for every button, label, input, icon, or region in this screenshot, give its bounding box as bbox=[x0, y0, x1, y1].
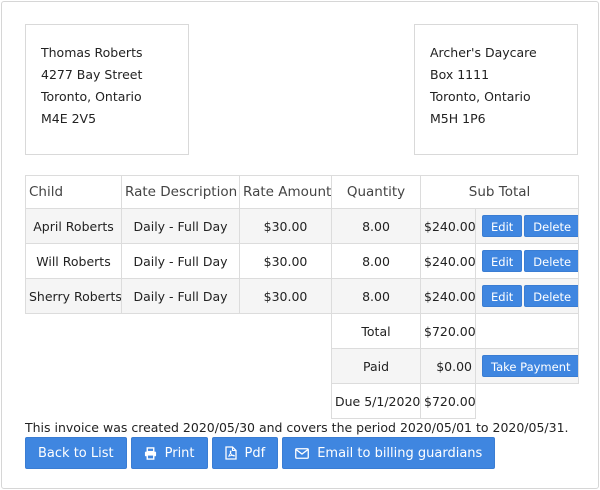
edit-button[interactable]: Edit bbox=[482, 250, 523, 272]
paid-label: Paid bbox=[331, 348, 421, 384]
action-bar: Back to List Print Pdf Email to billing … bbox=[25, 437, 496, 469]
to-address-box: Archer's Daycare Box 1111 Toronto, Ontar… bbox=[414, 24, 578, 155]
edit-button[interactable]: Edit bbox=[482, 285, 523, 307]
spacer bbox=[25, 313, 332, 349]
delete-button[interactable]: Delete bbox=[524, 285, 578, 307]
header-sub-total: Sub Total bbox=[419, 175, 580, 209]
pdf-button[interactable]: Pdf bbox=[211, 437, 279, 469]
row-actions: Edit Delete bbox=[474, 278, 580, 314]
total-row: Total $720.00 bbox=[25, 313, 580, 349]
row-actions: Edit Delete bbox=[474, 243, 580, 279]
total-label: Total bbox=[331, 313, 421, 349]
delete-button[interactable]: Delete bbox=[524, 215, 578, 237]
total-actions bbox=[474, 313, 580, 349]
table-row: Sherry Roberts Daily - Full Day $30.00 8… bbox=[25, 278, 580, 314]
back-to-list-button[interactable]: Back to List bbox=[25, 437, 127, 469]
table-row: Will Roberts Daily - Full Day $30.00 8.0… bbox=[25, 243, 580, 279]
to-city: Toronto, Ontario bbox=[430, 89, 531, 104]
cell-child: April Roberts bbox=[25, 208, 122, 244]
spacer bbox=[25, 348, 332, 384]
cell-rate-amount: $30.00 bbox=[239, 243, 332, 279]
header-child: Child bbox=[25, 175, 122, 209]
printer-icon bbox=[144, 446, 156, 460]
from-street: 4277 Bay Street bbox=[41, 67, 143, 82]
from-city: Toronto, Ontario bbox=[41, 89, 142, 104]
due-actions bbox=[475, 383, 579, 419]
to-postal: M5H 1P6 bbox=[430, 111, 486, 126]
table-header-row: Child Rate Description Rate Amount Quant… bbox=[25, 175, 580, 209]
paid-actions: Take Payment bbox=[474, 348, 580, 384]
due-row: Due 5/1/2020 $720.00 bbox=[25, 383, 579, 419]
to-name: Archer's Daycare bbox=[430, 45, 537, 60]
paid-value: $0.00 bbox=[420, 348, 476, 384]
total-value: $720.00 bbox=[420, 313, 476, 349]
from-address-box: Thomas Roberts 4277 Bay Street Toronto, … bbox=[25, 24, 189, 155]
due-value: $720.00 bbox=[420, 383, 476, 419]
paid-row: Paid $0.00 Take Payment bbox=[25, 348, 580, 384]
invoice-table: Child Rate Description Rate Amount Quant… bbox=[25, 175, 580, 419]
invoice-note: This invoice was created 2020/05/30 and … bbox=[25, 420, 569, 435]
print-label: Print bbox=[164, 445, 195, 461]
envelope-icon bbox=[295, 447, 310, 459]
cell-quantity: 8.00 bbox=[331, 243, 421, 279]
cell-sub-total: $240.00 bbox=[420, 208, 476, 244]
cell-child: Sherry Roberts bbox=[25, 278, 122, 314]
email-billing-guardians-button[interactable]: Email to billing guardians bbox=[282, 437, 496, 469]
pdf-label: Pdf bbox=[244, 445, 266, 461]
cell-sub-total: $240.00 bbox=[420, 243, 476, 279]
cell-rate-amount: $30.00 bbox=[239, 208, 332, 244]
edit-button[interactable]: Edit bbox=[482, 215, 523, 237]
due-label: Due 5/1/2020 bbox=[331, 383, 421, 419]
cell-child: Will Roberts bbox=[25, 243, 122, 279]
header-rate-description: Rate Description bbox=[121, 175, 240, 209]
to-street: Box 1111 bbox=[430, 67, 490, 82]
cell-quantity: 8.00 bbox=[331, 278, 421, 314]
cell-rate-amount: $30.00 bbox=[239, 278, 332, 314]
header-quantity: Quantity bbox=[331, 175, 421, 209]
from-name: Thomas Roberts bbox=[41, 45, 143, 60]
cell-rate-description: Daily - Full Day bbox=[121, 278, 240, 314]
back-to-list-label: Back to List bbox=[38, 445, 114, 461]
print-button[interactable]: Print bbox=[130, 437, 208, 469]
cell-quantity: 8.00 bbox=[331, 208, 421, 244]
take-payment-button[interactable]: Take Payment bbox=[482, 355, 578, 377]
from-postal: M4E 2V5 bbox=[41, 111, 97, 126]
invoice-panel: Thomas Roberts 4277 Bay Street Toronto, … bbox=[1, 1, 599, 489]
pdf-file-icon bbox=[224, 446, 237, 460]
table-row: April Roberts Daily - Full Day $30.00 8.… bbox=[25, 208, 580, 244]
cell-rate-description: Daily - Full Day bbox=[121, 243, 240, 279]
email-label: Email to billing guardians bbox=[317, 445, 483, 461]
row-actions: Edit Delete bbox=[474, 208, 580, 244]
header-rate-amount: Rate Amount bbox=[239, 175, 332, 209]
cell-sub-total: $240.00 bbox=[420, 278, 476, 314]
spacer bbox=[25, 383, 332, 419]
delete-button[interactable]: Delete bbox=[524, 250, 578, 272]
cell-rate-description: Daily - Full Day bbox=[121, 208, 240, 244]
